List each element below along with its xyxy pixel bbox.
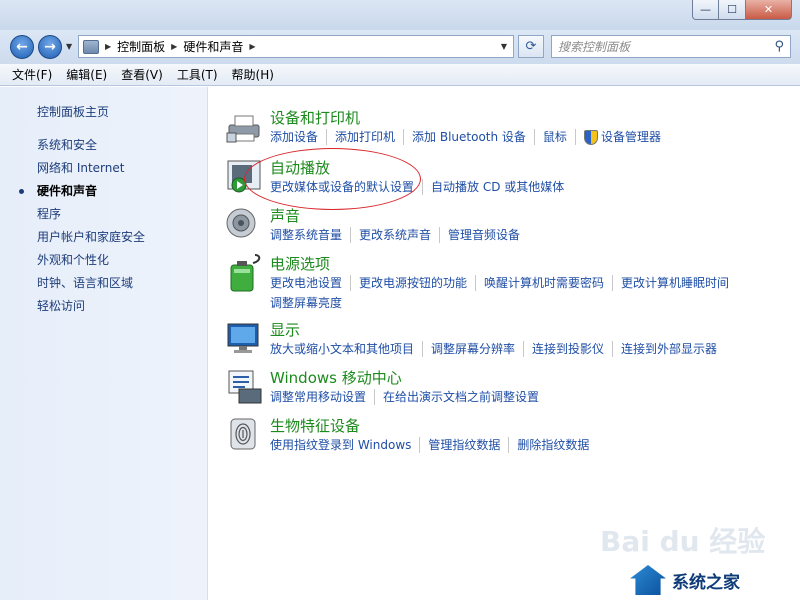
menu-help[interactable]: 帮助(H) — [232, 66, 274, 83]
printer-icon — [226, 115, 260, 143]
link-adjust-resolution[interactable]: 调整屏幕分辨率 — [431, 341, 525, 357]
link-device-manager[interactable]: 设备管理器 — [583, 129, 669, 145]
menu-edit[interactable]: 编辑(E) — [66, 66, 107, 83]
link-change-sleep-time[interactable]: 更改计算机睡眠时间 — [621, 275, 737, 291]
sidebar-item-programs[interactable]: 程序 — [0, 203, 207, 226]
chevron-right-icon[interactable]: ▶ — [105, 42, 111, 51]
speaker-icon — [226, 208, 256, 238]
address-bar[interactable]: ▶ 控制面板 ▶ 硬件和声音 ▶ ▼ — [78, 35, 514, 58]
link-mouse[interactable]: 鼠标 — [543, 129, 576, 145]
mobility-center-icon — [228, 370, 262, 404]
link-fingerprint-login[interactable]: 使用指纹登录到 Windows — [270, 437, 421, 453]
menu-bar: 文件(F) 编辑(E) 查看(V) 工具(T) 帮助(H) — [0, 64, 800, 86]
menu-view[interactable]: 查看(V) — [121, 66, 163, 83]
site-logo: 系统之家 — [630, 560, 800, 600]
link-zoom-text[interactable]: 放大或缩小文本和其他项目 — [270, 341, 424, 357]
link-delete-fingerprint[interactable]: 删除指纹数据 — [517, 437, 597, 453]
baidu-watermark: Bai du 经验 — [600, 525, 766, 558]
sidebar-item-ease-of-access[interactable]: 轻松访问 — [0, 295, 207, 318]
sidebar-item-clock-language[interactable]: 时钟、语言和区域 — [0, 272, 207, 295]
category-title[interactable]: 电源选项 — [270, 253, 330, 274]
battery-icon — [230, 254, 261, 292]
highlight-oval — [244, 148, 421, 210]
monitor-icon — [227, 323, 259, 353]
minimize-button[interactable]: — — [692, 0, 719, 20]
uac-shield-icon — [583, 129, 598, 145]
forward-button[interactable]: → — [38, 35, 62, 59]
link-change-system-sounds[interactable]: 更改系统声音 — [359, 227, 441, 243]
site-logo-text: 系统之家 — [672, 572, 740, 593]
caption-buttons: — ☐ ✕ — [692, 0, 792, 20]
link-connect-external-display[interactable]: 连接到外部显示器 — [621, 341, 725, 357]
menu-tools[interactable]: 工具(T) — [177, 66, 218, 83]
search-input[interactable]: 搜索控制面板 ⚲ — [551, 35, 791, 58]
active-bullet-icon — [19, 189, 24, 194]
fingerprint-icon — [230, 418, 256, 450]
house-logo-icon — [630, 565, 666, 595]
category-title[interactable]: 设备和打印机 — [270, 107, 360, 128]
category-title[interactable]: 显示 — [270, 319, 300, 340]
category-links: 更改电池设置 更改电源按钮的功能 唤醒计算机时需要密码 更改计算机睡眠时间 调整… — [270, 275, 780, 311]
sidebar: 控制面板主页 系统和安全 网络和 Internet 硬件和声音 程序 用户帐户和… — [0, 87, 208, 600]
sidebar-item-label: 硬件和声音 — [37, 184, 98, 198]
recent-pages-dropdown-icon[interactable]: ▼ — [66, 42, 72, 51]
category-links: 添加设备 添加打印机 添加 Bluetooth 设备 鼠标 设备管理器 — [270, 129, 780, 145]
sidebar-item-hardware-sound[interactable]: 硬件和声音 — [0, 180, 207, 203]
menu-file[interactable]: 文件(F) — [12, 66, 52, 83]
link-adjust-mobility-settings[interactable]: 调整常用移动设置 — [270, 389, 376, 405]
close-button[interactable]: ✕ — [746, 0, 792, 20]
chevron-right-icon[interactable]: ▶ — [249, 42, 255, 51]
category-links: 调整系统音量 更改系统声音 管理音频设备 — [270, 227, 780, 243]
link-presentation-settings[interactable]: 在给出演示文档之前调整设置 — [383, 389, 547, 405]
link-adjust-brightness[interactable]: 调整屏幕亮度 — [270, 295, 350, 311]
category-title[interactable]: Windows 移动中心 — [270, 367, 402, 388]
control-panel-icon — [83, 39, 99, 54]
link-adjust-volume[interactable]: 调整系统音量 — [270, 227, 352, 243]
breadcrumb-control-panel[interactable]: 控制面板 — [117, 38, 165, 55]
chevron-right-icon[interactable]: ▶ — [171, 42, 177, 51]
category-title[interactable]: 生物特征设备 — [270, 415, 360, 436]
breadcrumb-hardware-sound[interactable]: 硬件和声音 — [183, 38, 243, 55]
link-manage-audio-devices[interactable]: 管理音频设备 — [448, 227, 528, 243]
category-links: 放大或缩小文本和其他项目 调整屏幕分辨率 连接到投影仪 连接到外部显示器 — [270, 341, 780, 357]
navigation-bar: ← → ▼ ▶ 控制面板 ▶ 硬件和声音 ▶ ▼ ⟳ 搜索控制面板 ⚲ — [0, 30, 800, 64]
search-icon[interactable]: ⚲ — [774, 39, 784, 54]
category-title[interactable]: 声音 — [270, 205, 300, 226]
refresh-button[interactable]: ⟳ — [518, 35, 544, 58]
link-power-button-function[interactable]: 更改电源按钮的功能 — [359, 275, 477, 291]
sidebar-item-user-accounts[interactable]: 用户帐户和家庭安全 — [0, 226, 207, 249]
link-autoplay-cd[interactable]: 自动播放 CD 或其他媒体 — [431, 179, 572, 195]
link-add-device[interactable]: 添加设备 — [270, 129, 328, 145]
sidebar-item-system-security[interactable]: 系统和安全 — [0, 134, 207, 157]
link-change-battery-settings[interactable]: 更改电池设置 — [270, 275, 352, 291]
link-connect-projector[interactable]: 连接到投影仪 — [532, 341, 614, 357]
search-placeholder: 搜索控制面板 — [558, 40, 631, 54]
back-button[interactable]: ← — [10, 35, 34, 59]
category-links: 使用指纹登录到 Windows 管理指纹数据 删除指纹数据 — [270, 437, 780, 453]
sidebar-item-home[interactable]: 控制面板主页 — [0, 101, 207, 124]
sidebar-item-network-internet[interactable]: 网络和 Internet — [0, 157, 207, 180]
link-require-password-wake[interactable]: 唤醒计算机时需要密码 — [484, 275, 614, 291]
link-add-bluetooth[interactable]: 添加 Bluetooth 设备 — [412, 129, 535, 145]
maximize-button[interactable]: ☐ — [719, 0, 746, 20]
sidebar-item-appearance[interactable]: 外观和个性化 — [0, 249, 207, 272]
link-add-printer[interactable]: 添加打印机 — [335, 129, 405, 145]
title-bar: — ☐ ✕ — [0, 0, 800, 30]
link-manage-fingerprint[interactable]: 管理指纹数据 — [428, 437, 510, 453]
link-label: 设备管理器 — [600, 130, 661, 144]
address-dropdown-icon[interactable]: ▼ — [501, 42, 507, 51]
category-links: 调整常用移动设置 在给出演示文档之前调整设置 — [270, 389, 780, 405]
